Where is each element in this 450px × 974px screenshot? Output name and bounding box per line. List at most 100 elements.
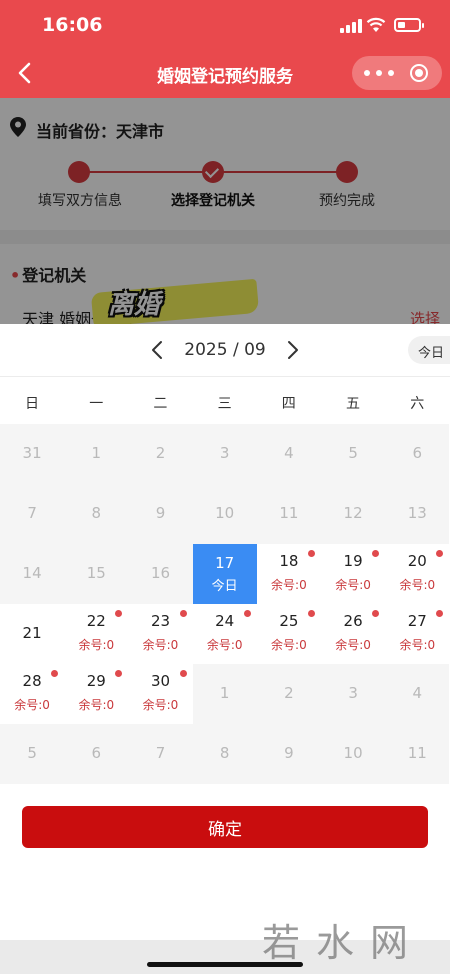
day-number: 4 — [412, 684, 423, 702]
weekday-header: 日一二三四五六 — [0, 376, 450, 424]
remaining-count: 余号:0 — [206, 638, 243, 652]
day-cell[interactable]: 26 余号:0 — [321, 604, 386, 664]
weekday-label: 一 — [89, 396, 104, 412]
day-number: 1 — [91, 444, 102, 462]
more-dots-icon[interactable] — [364, 66, 394, 80]
day-number: 12 — [343, 504, 363, 522]
day-cell[interactable]: 29 余号:0 — [64, 664, 129, 724]
day-cell[interactable]: 28 余号:0 — [0, 664, 65, 724]
day-number: 31 — [22, 444, 42, 462]
day-number: 17 — [215, 554, 235, 572]
modal-overlay[interactable] — [0, 98, 450, 324]
day-number: 10 — [215, 504, 235, 522]
remaining-count: 余号:0 — [78, 698, 115, 712]
day-cell-disabled: 10 — [321, 724, 386, 784]
nav-bar: 婚姻登记预约服务 — [0, 50, 450, 98]
today-button[interactable]: 今日 — [408, 336, 450, 364]
day-cell[interactable]: 25 余号:0 — [256, 604, 321, 664]
availability-dot-icon — [179, 670, 187, 677]
watermark-text: 若水网 — [262, 921, 425, 965]
weekday-label: 二 — [153, 396, 168, 412]
remaining-count: 余号:0 — [399, 578, 436, 592]
day-cell-disabled: 8 — [192, 724, 257, 784]
day-number: 9 — [284, 744, 294, 762]
day-number: 5 — [348, 444, 358, 462]
day-cell-disabled: 1 — [192, 664, 257, 724]
day-number: 14 — [22, 564, 42, 582]
next-month-icon[interactable] — [284, 340, 300, 360]
calendar-sheet: 2025 / 09 今日 日一二三四五六 31 1 2 3 4 5 6 7 8 9 10 11 12 13… — [0, 324, 450, 940]
day-cell-disabled: 5 — [0, 724, 65, 784]
availability-dot-icon — [243, 610, 251, 617]
day-cell[interactable]: 24 余号:0 — [192, 604, 257, 664]
top-bar: 16:06 婚姻登记预约服务 — [0, 0, 450, 98]
status-bar: 16:06 — [0, 0, 450, 50]
day-cell-disabled: 6 — [385, 424, 450, 484]
day-cell-disabled: 14 — [0, 544, 65, 604]
day-cell-disabled: 13 — [385, 484, 450, 544]
day-cell[interactable]: 18 余号:0 — [256, 544, 321, 604]
day-number: 5 — [27, 744, 37, 762]
day-number: 2 — [284, 684, 294, 702]
battery-icon — [394, 18, 424, 32]
day-cell-disabled: 12 — [321, 484, 386, 544]
day-cell[interactable]: 30 余号:0 — [128, 664, 193, 724]
remaining-count: 余号:0 — [271, 638, 307, 652]
day-number: 11 — [407, 744, 427, 762]
day-cell[interactable]: 20 余号:0 — [385, 544, 450, 604]
day-cell-disabled: 2 — [256, 664, 321, 724]
day-cell-disabled: 7 — [128, 724, 193, 784]
day-number: 3 — [219, 444, 230, 462]
day-number: 15 — [86, 564, 106, 582]
day-cell-disabled: 16 — [128, 544, 193, 604]
day-cell-disabled: 3 — [321, 664, 386, 724]
day-cell[interactable]: 27 余号:0 — [385, 604, 450, 664]
day-cell-disabled: 6 — [64, 724, 129, 784]
day-number: 7 — [27, 504, 37, 522]
day-number: 13 — [407, 504, 427, 522]
remaining-count: 余号:0 — [271, 578, 307, 592]
day-cell[interactable]: 19 余号:0 — [321, 544, 386, 604]
day-cell[interactable]: 21 — [0, 604, 65, 664]
day-cell-disabled: 7 — [0, 484, 65, 544]
day-cell-selected[interactable]: 17 今日 — [192, 544, 257, 604]
day-number: 8 — [91, 504, 102, 522]
remaining-count: 余号:0 — [399, 638, 436, 652]
availability-dot-icon — [179, 610, 187, 617]
today-tag: 今日 — [211, 579, 238, 594]
day-cell[interactable]: 22 余号:0 — [64, 604, 129, 664]
remaining-count: 余号:0 — [142, 638, 179, 652]
day-cell-disabled: 9 — [128, 484, 193, 544]
day-cell-disabled: 2 — [128, 424, 193, 484]
weekday-label: 四 — [281, 396, 296, 412]
confirm-button[interactable]: 确定 — [22, 806, 428, 848]
status-time: 16:06 — [42, 14, 103, 36]
signal-icon — [340, 19, 362, 33]
day-number: 8 — [219, 744, 230, 762]
remaining-count: 余号:0 — [14, 698, 50, 712]
day-cell-disabled: 31 — [0, 424, 65, 484]
mini-program-capsule — [352, 56, 442, 90]
day-cell-disabled: 11 — [256, 484, 321, 544]
remaining-count: 余号:0 — [142, 698, 179, 712]
day-number: 2 — [155, 444, 166, 462]
prev-month-icon[interactable] — [150, 340, 166, 360]
calendar-grid: 31 1 2 3 4 5 6 7 8 9 10 11 12 13 14 15 16 17 今日 18 余号:0 19 余号:… — [0, 424, 450, 784]
day-number: 21 — [22, 624, 42, 642]
day-number: 6 — [91, 744, 102, 762]
day-cell[interactable]: 23 余号:0 — [128, 604, 193, 664]
day-cell-disabled: 9 — [256, 724, 321, 784]
remaining-count: 余号:0 — [335, 578, 371, 592]
wifi-icon — [366, 17, 386, 33]
day-number: 7 — [155, 744, 166, 762]
day-number: 16 — [150, 564, 171, 582]
day-number: 9 — [155, 504, 166, 522]
weekday-label: 日 — [25, 396, 39, 412]
close-target-icon[interactable] — [410, 64, 428, 82]
day-cell-disabled: 3 — [192, 424, 257, 484]
availability-dot-icon — [307, 610, 315, 617]
weekday-label: 五 — [346, 396, 360, 412]
day-cell-disabled: 8 — [64, 484, 129, 544]
day-cell-disabled: 15 — [64, 544, 129, 604]
weekday-label: 六 — [410, 396, 425, 412]
